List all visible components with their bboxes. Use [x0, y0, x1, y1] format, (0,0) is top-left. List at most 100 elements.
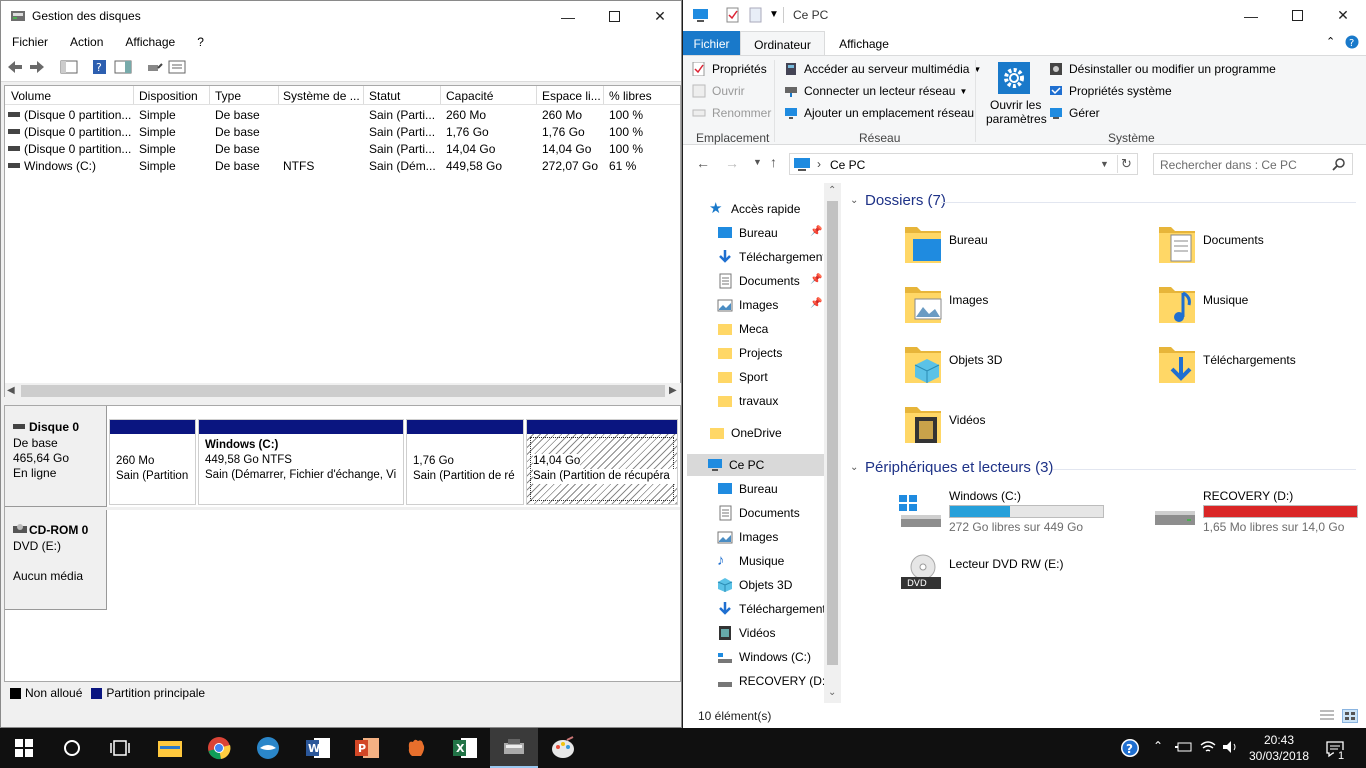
folder-musique[interactable]: Musique	[1157, 283, 1248, 333]
refresh-icon[interactable]: ↻	[1121, 156, 1132, 172]
nav-pc-images[interactable]: Images	[717, 526, 778, 548]
forward-arrow-icon[interactable]	[28, 59, 46, 75]
volume-icon[interactable]	[1222, 740, 1240, 754]
drive-windows-c[interactable]: Windows (C:) 272 Go libres sur 449 Go	[899, 489, 1139, 535]
nav-q-projects[interactable]: Projects	[717, 342, 782, 364]
disk0-label[interactable]: Disque 0 De base 465,64 Go En ligne	[5, 406, 107, 507]
taskbar-chrome[interactable]	[195, 728, 243, 768]
table-row[interactable]: (Disque 0 partition... Simple De base Sa…	[5, 123, 680, 140]
col-free-space[interactable]: Espace li...	[542, 89, 604, 103]
col-capacity[interactable]: Capacité	[446, 89, 536, 103]
nav-pc-recovery-d[interactable]: RECOVERY (D:)	[717, 670, 829, 692]
ribbon-collapse-icon[interactable]: ⌃	[1326, 35, 1335, 48]
manage-button[interactable]: Gérer	[1049, 106, 1100, 120]
clock-time[interactable]: 20:43	[1250, 733, 1308, 747]
nav-pc-videos[interactable]: Vidéos	[717, 622, 775, 644]
scroll-thumb[interactable]	[827, 201, 838, 665]
scroll-right-icon[interactable]: ▶	[669, 385, 677, 396]
nav-pc-windows-c[interactable]: Windows (C:)	[717, 646, 811, 668]
nav-pc-objets3d[interactable]: Objets 3D	[717, 574, 792, 596]
scroll-up-icon[interactable]: ⌃	[828, 185, 836, 196]
properties-quick-icon[interactable]	[726, 7, 740, 23]
up-arrow-icon[interactable]: ↑	[770, 154, 777, 170]
task-view-button[interactable]	[96, 728, 144, 768]
back-arrow-icon[interactable]	[6, 59, 24, 75]
taskbar-excel[interactable]: X	[441, 728, 489, 768]
table-row[interactable]: (Disque 0 partition... Simple De base Sa…	[5, 106, 680, 123]
table-row[interactable]: Windows (C:) Simple De base NTFS Sain (D…	[5, 157, 680, 174]
taskbar-powerpoint[interactable]: P	[343, 728, 391, 768]
show-hidden-icons-icon[interactable]: ⌃	[1153, 739, 1163, 753]
col-filesystem[interactable]: Système de ...	[283, 89, 361, 103]
folder-images[interactable]: Images	[903, 283, 988, 333]
properties-button[interactable]: Propriétés	[692, 62, 767, 76]
search-input[interactable]: Rechercher dans : Ce PC	[1153, 153, 1353, 175]
clock-date[interactable]: 30/03/2018	[1247, 749, 1311, 763]
open-settings-button[interactable]: Ouvrir les paramètres	[983, 60, 1047, 130]
partition-block-windows[interactable]: Windows (C:) 449,58 Go NTFS Sain (Démarr…	[198, 419, 404, 505]
partition-block-selected[interactable]: 14,04 Go Sain (Partition de récupéra	[526, 419, 678, 505]
taskbar-thunderbird[interactable]	[244, 728, 292, 768]
rename-button[interactable]: Renommer	[692, 106, 771, 120]
scroll-left-icon[interactable]: ◀	[7, 385, 15, 396]
help-icon[interactable]: ?	[91, 59, 109, 75]
partition-block[interactable]: 1,76 Go Sain (Partition de ré	[406, 419, 524, 505]
nav-pc-documents[interactable]: Documents	[717, 502, 800, 524]
properties-icon[interactable]	[168, 59, 186, 75]
nav-quick-access[interactable]: ★ Accès rapide	[709, 198, 800, 220]
nav-q-meca[interactable]: Meca	[717, 318, 768, 340]
nav-pc-musique[interactable]: ♪ Musique	[717, 550, 784, 572]
qat-dropdown-icon[interactable]: ▼	[769, 9, 779, 20]
partition-block[interactable]: 260 Mo Sain (Partition	[109, 419, 196, 505]
nav-q-images[interactable]: Images 📌	[717, 294, 823, 316]
large-icons-view-icon[interactable]	[1342, 709, 1358, 723]
nav-this-pc[interactable]: Ce PC	[687, 454, 824, 476]
drive-recovery-d[interactable]: RECOVERY (D:) 1,65 Mo libres sur 14,0 Go	[1153, 489, 1363, 535]
back-arrow-icon[interactable]: ←	[696, 155, 710, 171]
minimize-button[interactable]: —	[1228, 0, 1274, 31]
action-pane-icon[interactable]	[114, 59, 132, 75]
cdrom-label[interactable]: CD-ROM 0 DVD (E:) Aucun média	[5, 510, 107, 610]
scroll-down-icon[interactable]: ⌄	[828, 687, 836, 698]
console-tree-icon[interactable]	[60, 59, 78, 75]
address-dropdown-icon[interactable]: ▼	[1100, 159, 1109, 169]
tab-affichage[interactable]: Affichage	[825, 31, 903, 55]
start-button[interactable]	[0, 728, 48, 768]
col-status[interactable]: Statut	[369, 89, 441, 103]
power-battery-icon[interactable]	[1175, 740, 1193, 754]
minimize-button[interactable]: —	[545, 1, 591, 32]
nav-onedrive[interactable]: OneDrive	[709, 422, 782, 444]
tab-ordinateur[interactable]: Ordinateur	[740, 31, 825, 55]
uninstall-program-button[interactable]: Désinstaller ou modifier un programme	[1049, 62, 1276, 76]
details-view-icon[interactable]	[1319, 709, 1335, 723]
taskbar-disk-management[interactable]	[490, 728, 538, 768]
col-type[interactable]: Type	[215, 89, 277, 103]
nav-q-documents[interactable]: Documents 📌	[717, 270, 823, 292]
collapse-folders-icon[interactable]: ⌄	[850, 195, 858, 206]
help-tray-icon[interactable]: ?	[1120, 738, 1140, 758]
open-button[interactable]: Ouvrir	[692, 84, 745, 98]
breadcrumb-ce-pc[interactable]: Ce PC	[830, 158, 865, 172]
close-button[interactable]: ✕	[637, 1, 683, 32]
forward-arrow-icon[interactable]: →	[725, 155, 739, 171]
menu-help[interactable]: ?	[186, 32, 215, 54]
nav-q-sport[interactable]: Sport	[717, 366, 768, 388]
recent-dropdown-icon[interactable]: ▼	[753, 157, 762, 167]
pin-icon[interactable]: 📌	[810, 226, 822, 237]
taskbar-file-explorer[interactable]	[146, 728, 194, 768]
col-percent-free[interactable]: % libres	[609, 89, 675, 103]
col-volume[interactable]: Volume	[11, 89, 131, 103]
cortana-button[interactable]	[48, 728, 96, 768]
taskbar-word[interactable]: W	[294, 728, 342, 768]
nav-vertical-scrollbar[interactable]: ⌃ ⌄	[824, 183, 841, 703]
folder-telechargements[interactable]: Téléchargements	[1157, 343, 1296, 393]
connect-icon[interactable]	[146, 59, 164, 75]
folder-bureau[interactable]: Bureau	[903, 223, 988, 273]
folder-videos[interactable]: Vidéos	[903, 403, 985, 453]
col-disposition[interactable]: Disposition	[139, 89, 209, 103]
add-network-location-button[interactable]: Ajouter un emplacement réseau	[784, 106, 974, 120]
horizontal-scrollbar[interactable]: ◀ ▶	[5, 383, 681, 399]
search-icon[interactable]	[1332, 157, 1346, 171]
collapse-devices-icon[interactable]: ⌄	[850, 462, 858, 473]
folder-documents[interactable]: Documents	[1157, 223, 1264, 273]
